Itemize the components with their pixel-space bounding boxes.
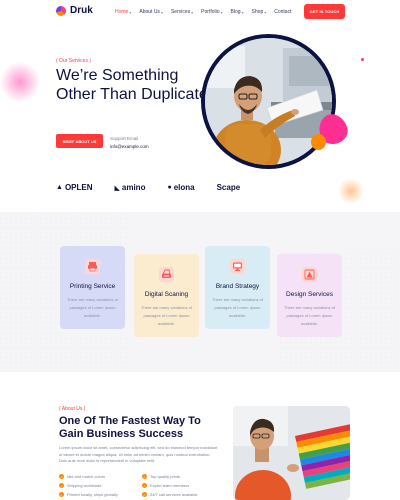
nav-label: Contact <box>274 9 292 15</box>
check-icon: ✓ <box>59 492 64 497</box>
logo-text: Druk <box>70 5 93 16</box>
chevron-down-icon: ▾ <box>191 9 194 15</box>
chevron-down-icon: ▾ <box>220 9 223 15</box>
brand-logos: ▲ OPLEN ◣ amino ● elona Scape <box>56 183 240 192</box>
brand-logo-amino: ◣ amino <box>115 183 146 192</box>
nav-label: Blog <box>230 9 241 15</box>
check-icon: ✓ <box>142 483 147 488</box>
brand-name: OPLEN <box>64 183 93 192</box>
service-description: There are many variations of passages of… <box>141 305 192 326</box>
scanner-icon <box>159 267 174 282</box>
brand-logo-scape: Scape <box>217 183 241 192</box>
decorative-dot <box>361 58 364 61</box>
nav-label: About Us <box>139 9 160 15</box>
main-nav: Home ▾ About Us ▾ Services ▾ Portfolio ▾ Blo… <box>115 9 291 15</box>
hero-eyebrow: ( Our Services ) <box>56 58 92 64</box>
feature-item: ✓ Expert team members <box>142 483 219 488</box>
feature-label: Idle and match colors <box>67 474 106 479</box>
about-description: Lorem ipsum dolor sit amet, consectetur … <box>59 445 218 463</box>
feature-label: Top quality prints <box>150 474 181 479</box>
feature-item: ✓ 24/7 call services available <box>142 492 219 497</box>
brand-name: Scape <box>216 183 241 192</box>
printer-icon <box>85 259 100 274</box>
check-icon: ✓ <box>59 483 64 488</box>
nav-label: Home <box>115 9 129 15</box>
service-title: Design Services <box>286 291 333 298</box>
support-contact: Support Email info@example.com <box>110 135 149 151</box>
color-swatch-photo <box>233 406 350 500</box>
nav-label: Services <box>170 9 191 15</box>
decorative-blob <box>0 62 40 102</box>
hero-image <box>201 34 351 174</box>
nav-label: Shop <box>251 9 264 15</box>
service-description: There are many variations of passages of… <box>67 297 118 318</box>
services-section: Printing Service There are many variatio… <box>0 212 400 372</box>
about-title: One Of The Fastest Way To Gain Business … <box>59 415 201 440</box>
chevron-down-icon: ▾ <box>264 9 267 15</box>
feature-item: ✓ Idle and match colors <box>59 474 136 479</box>
logo-mark-icon <box>56 5 66 16</box>
service-card-brand-strategy[interactable]: Brand Strategy There are many variations… <box>205 246 270 329</box>
circle-mark-icon: ● <box>167 184 172 191</box>
triangle-icon: ▲ <box>56 184 63 191</box>
chevron-down-icon: ▾ <box>241 9 244 15</box>
brand-name: amino <box>121 183 146 192</box>
logo[interactable]: Druk <box>56 5 93 16</box>
nav-item-about[interactable]: About Us ▾ <box>139 9 163 15</box>
chevron-down-icon: ▾ <box>129 9 132 15</box>
service-card-printing[interactable]: Printing Service There are many variatio… <box>60 246 125 329</box>
nav-item-services[interactable]: Services ▾ <box>171 9 193 15</box>
site-header: Druk Home ▾ About Us ▾ Services ▾ Portfolio… <box>0 0 400 26</box>
service-card-design[interactable]: Design Services There are many variation… <box>277 254 342 337</box>
brand-logo-oplen: ▲ OPLEN <box>56 183 93 192</box>
nav-label: Portfolio <box>201 9 220 15</box>
chevron-down-icon: ▾ <box>160 9 163 15</box>
get-in-touch-button[interactable]: GET IN TOUCH <box>304 4 345 19</box>
about-image <box>233 406 350 500</box>
nav-item-blog[interactable]: Blog ▾ <box>231 9 244 15</box>
feature-label: Printed locally, ships globally <box>67 492 118 497</box>
design-icon <box>302 267 317 282</box>
service-title: Printing Service <box>69 283 116 290</box>
nav-item-portfolio[interactable]: Portfolio ▾ <box>201 9 222 15</box>
service-title: Digital Scaning <box>144 291 189 298</box>
hero-title: We’re Something Other Than Duplicates <box>56 67 216 103</box>
nav-item-contact[interactable]: Contact <box>274 9 291 15</box>
service-title: Brand Strategy <box>215 283 260 290</box>
nav-item-shop[interactable]: Shop ▾ <box>252 9 267 15</box>
feature-label: Shipping worldwide <box>67 483 102 488</box>
monitor-icon <box>230 259 245 274</box>
feature-item: ✓ Top quality prints <box>142 474 219 479</box>
service-card-scanning[interactable]: Digital Scaning There are many variation… <box>134 254 199 337</box>
feature-item: ✓ Shipping worldwide <box>59 483 136 488</box>
about-eyebrow: ( About Us ) <box>59 406 86 412</box>
service-description: There are many variations of passages of… <box>284 305 335 326</box>
support-email-link[interactable]: info@example.com <box>110 143 149 151</box>
orange-accent-shape <box>311 134 326 150</box>
decorative-blob <box>338 178 364 204</box>
feature-label: 24/7 call services available <box>150 492 198 497</box>
brand-logo-elona: ● elona <box>167 183 194 192</box>
amino-mark-icon: ◣ <box>114 184 120 192</box>
service-description: There are many variations of passages of… <box>212 297 263 318</box>
check-icon: ✓ <box>142 492 147 497</box>
feature-list: ✓ Idle and match colors ✓ Top quality prin… <box>59 474 219 497</box>
brief-about-us-button[interactable]: BRIEF ABOUT US <box>56 134 103 148</box>
check-icon: ✓ <box>59 474 64 479</box>
support-label: Support Email <box>110 136 139 141</box>
feature-item: ✓ Printed locally, ships globally <box>59 492 136 497</box>
brand-name: elona <box>173 183 195 192</box>
check-icon: ✓ <box>142 474 147 479</box>
nav-item-home[interactable]: Home ▾ <box>115 9 131 15</box>
feature-label: Expert team members <box>150 483 190 488</box>
